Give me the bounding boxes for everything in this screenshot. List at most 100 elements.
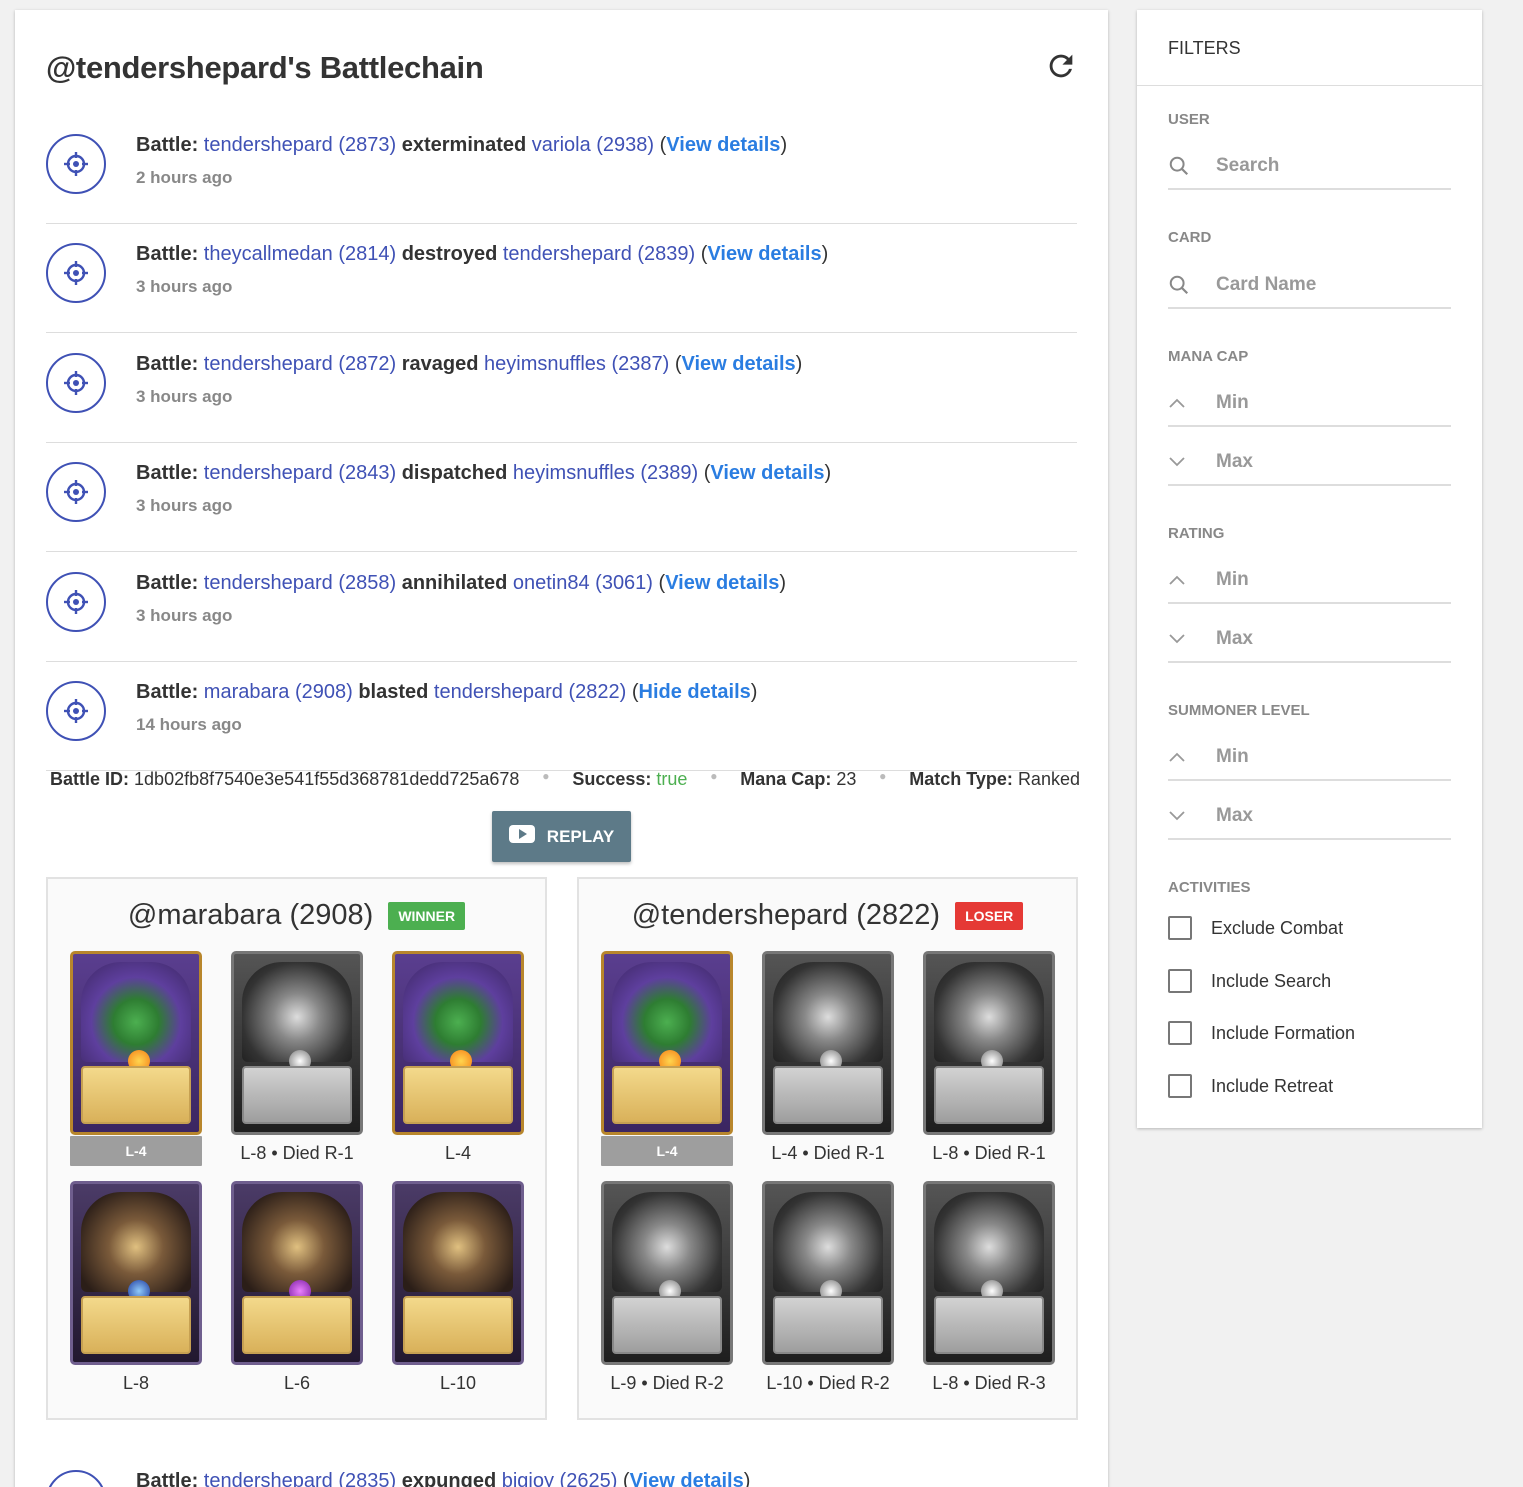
crosshair-icon xyxy=(46,572,106,632)
player-one-link[interactable]: tendershepard (2835) xyxy=(204,1470,396,1487)
battle-id: 1db02fb8f7540e3e541f55d368781dedd725a678 xyxy=(134,769,520,789)
player-one-link[interactable]: theycallmedan (2814) xyxy=(204,243,396,265)
checkbox-box[interactable] xyxy=(1168,916,1192,940)
summoner-level-min-input[interactable]: Min xyxy=(1168,735,1451,781)
player-one-link[interactable]: tendershepard (2858) xyxy=(204,572,396,594)
checkbox-box[interactable] xyxy=(1168,1074,1192,1098)
card-slot: L-6 xyxy=(231,1181,363,1395)
battle-id-field: Battle ID: 1db02fb8f7540e3e541f55d368781… xyxy=(50,769,520,789)
monster-card-image[interactable] xyxy=(231,1181,363,1365)
details-toggle-link[interactable]: View details xyxy=(710,462,824,484)
exclude-combat-checkbox[interactable]: Exclude Combat xyxy=(1168,916,1343,940)
card-art xyxy=(773,962,883,1062)
card-name-input[interactable]: Card Name xyxy=(1168,263,1451,309)
refresh-icon[interactable] xyxy=(1044,49,1078,83)
battle-summary: Battle: theycallmedan (2814) destroyed t… xyxy=(136,243,829,265)
monster-card-image[interactable] xyxy=(923,1181,1055,1365)
player-two-link[interactable]: onetin84 (3061) xyxy=(513,572,653,594)
monster-card-image[interactable] xyxy=(923,951,1055,1135)
battle-prefix: Battle: xyxy=(136,243,199,265)
team-header: @tendershepard (2822) LOSER xyxy=(579,899,1076,932)
player-two-link[interactable]: variola (2938) xyxy=(532,134,654,156)
mana-cap-max-input[interactable]: Max xyxy=(1168,440,1451,486)
battle-prefix: Battle: xyxy=(136,353,199,375)
crosshair-icon xyxy=(46,681,106,741)
details-toggle-link[interactable]: View details xyxy=(665,572,779,594)
details-toggle-link[interactable]: View details xyxy=(630,1470,744,1487)
summoner-level-max-input[interactable]: Max xyxy=(1168,794,1451,840)
team-player-name[interactable]: @tendershepard (2822) xyxy=(632,899,940,932)
player-two-link[interactable]: tendershepard (2822) xyxy=(434,681,626,703)
battle-summary: Battle: tendershepard (2873) exterminate… xyxy=(136,134,788,156)
card-scroll xyxy=(612,1066,722,1124)
battle-prefix: Battle: xyxy=(136,462,199,484)
battlechain-panel: @tendershepard's Battlechain Battle: ten… xyxy=(15,10,1108,1487)
battle-time: 3 hours ago xyxy=(136,606,233,625)
monster-card-image[interactable] xyxy=(392,951,524,1135)
details-toggle-link[interactable]: View details xyxy=(666,134,780,156)
card-slot: L-4 xyxy=(601,951,733,1166)
include-formation-checkbox[interactable]: Include Formation xyxy=(1168,1021,1355,1045)
battle-item: Battle: tendershepard (2872) ravaged hey… xyxy=(46,334,1077,443)
card-art xyxy=(81,1192,191,1292)
card-scroll xyxy=(934,1066,1044,1124)
player-two-link[interactable]: heyimsnuffles (2387) xyxy=(484,353,669,375)
filters-divider xyxy=(1137,85,1482,86)
monster-card-image[interactable] xyxy=(392,1181,524,1365)
player-one-link[interactable]: tendershepard (2872) xyxy=(204,353,396,375)
card-art xyxy=(934,1192,1044,1292)
chevron-up-icon xyxy=(1168,574,1194,586)
details-toggle-link[interactable]: View details xyxy=(707,243,821,265)
team-panel: @marabara (2908) WINNER L-4 L-8 • Died R-1 L… xyxy=(46,877,547,1420)
details-toggle-link[interactable]: View details xyxy=(682,353,796,375)
monster-card-image[interactable] xyxy=(762,1181,894,1365)
rating-min-input[interactable]: Min xyxy=(1168,558,1451,604)
page-title: @tendershepard's Battlechain xyxy=(46,50,484,85)
card-art xyxy=(612,1192,722,1292)
checkbox-box[interactable] xyxy=(1168,969,1192,993)
player-one-link[interactable]: marabara (2908) xyxy=(204,681,353,703)
video-play-icon xyxy=(508,824,535,849)
replay-label: REPLAY xyxy=(546,826,615,846)
summoner-card-image[interactable] xyxy=(70,951,202,1135)
rating-max-input[interactable]: Max xyxy=(1168,617,1451,663)
player-two-link[interactable]: bigjoy (2625) xyxy=(502,1470,618,1487)
battle-time: 3 hours ago xyxy=(136,387,233,406)
battle-time: 3 hours ago xyxy=(136,496,233,515)
details-toggle-link[interactable]: Hide details xyxy=(639,681,751,703)
card-level-label: L-8 • Died R-1 xyxy=(240,1143,354,1163)
user-search-input[interactable]: Search xyxy=(1168,144,1451,190)
summoner-card-image[interactable] xyxy=(601,951,733,1135)
rating-min-placeholder: Min xyxy=(1216,569,1249,590)
battle-time: 14 hours ago xyxy=(136,715,242,734)
separator-dot: ● xyxy=(710,769,718,783)
card-slot: L-4 xyxy=(70,951,202,1166)
card-art xyxy=(242,962,352,1062)
mana-cap-min-input[interactable]: Min xyxy=(1168,381,1451,427)
include-search-checkbox[interactable]: Include Search xyxy=(1168,969,1331,993)
card-slot: L-8 • Died R-3 xyxy=(923,1181,1055,1395)
battle-time: 3 hours ago xyxy=(136,277,233,296)
player-two-link[interactable]: heyimsnuffles (2389) xyxy=(513,462,698,484)
monster-card-image[interactable] xyxy=(70,1181,202,1365)
monster-card-image[interactable] xyxy=(231,951,363,1135)
player-one-link[interactable]: tendershepard (2873) xyxy=(204,134,396,156)
monster-card-image[interactable] xyxy=(762,951,894,1135)
player-one-link[interactable]: tendershepard (2843) xyxy=(204,462,396,484)
card-slot: L-10 xyxy=(392,1181,524,1395)
battle-prefix: Battle: xyxy=(136,681,199,703)
checkbox-label: Include Search xyxy=(1211,970,1332,991)
replay-button[interactable]: REPLAY xyxy=(492,811,631,862)
filters-panel: FILTERS USER Search CARD Card Name MANA … xyxy=(1137,10,1482,1128)
card-art xyxy=(242,1192,352,1292)
battle-summary: Battle: tendershepard (2872) ravaged hey… xyxy=(136,353,803,375)
card-art xyxy=(403,1192,513,1292)
monster-card-image[interactable] xyxy=(601,1181,733,1365)
checkbox-box[interactable] xyxy=(1168,1021,1192,1045)
player-two-link[interactable]: tendershepard (2839) xyxy=(503,243,695,265)
team-player-name[interactable]: @marabara (2908) xyxy=(128,899,373,932)
include-retreat-checkbox[interactable]: Include Retreat xyxy=(1168,1074,1333,1098)
card-art xyxy=(773,1192,883,1292)
summoner-level-min-placeholder: Min xyxy=(1216,746,1249,767)
card-slot: L-8 • Died R-1 xyxy=(231,951,363,1165)
